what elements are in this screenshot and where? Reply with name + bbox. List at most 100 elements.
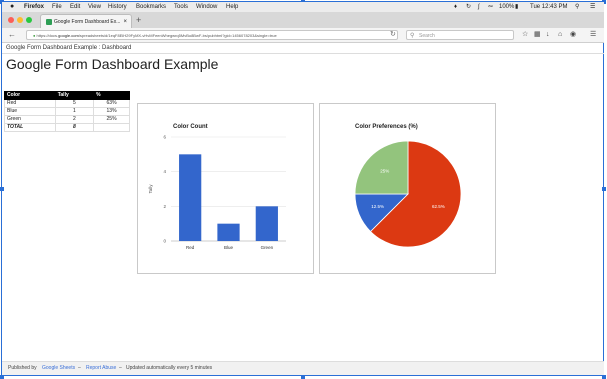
wifi-icon[interactable]: ∾ bbox=[488, 2, 493, 12]
download-icon[interactable]: ↓ bbox=[546, 30, 550, 40]
resize-handle-right[interactable] bbox=[602, 187, 606, 191]
footer: Published by Google Sheets – Report Abus… bbox=[2, 361, 604, 375]
table-header-color: Color bbox=[4, 91, 56, 100]
resize-handle-bottom[interactable] bbox=[301, 375, 305, 379]
bookmark-star-icon[interactable]: ☆ bbox=[522, 30, 528, 40]
table-cell bbox=[93, 123, 130, 132]
y-axis-label: Tally bbox=[148, 184, 153, 194]
menu-tools[interactable]: Tools bbox=[174, 2, 188, 12]
menu-window[interactable]: Window bbox=[196, 2, 217, 12]
google-sheets-link[interactable]: Google Sheets bbox=[42, 362, 75, 375]
search-icon: ⚲ bbox=[410, 33, 415, 39]
y-tick-label: 4 bbox=[163, 169, 166, 174]
table-header-percent: % bbox=[93, 91, 130, 100]
footer-published-by: Published by bbox=[8, 365, 37, 371]
table-cell: 5 bbox=[54, 99, 95, 108]
pocket-icon[interactable]: ◉ bbox=[570, 30, 576, 40]
report-abuse-link[interactable]: Report Abuse bbox=[86, 362, 116, 375]
bar bbox=[179, 154, 202, 241]
pie-chart: Color Preferences (%) 62.5% 12.5% 25% bbox=[354, 124, 462, 248]
pie-slice-label: 12.5% bbox=[371, 204, 384, 209]
browser-tabstrip: Google Form Dashboard Ex... × + bbox=[2, 12, 604, 29]
tab-title: Google Form Dashboard Ex... bbox=[54, 19, 121, 25]
search-field[interactable]: ⚲ Search bbox=[406, 30, 514, 40]
table-cell: Blue bbox=[4, 107, 56, 116]
footer-separator: – bbox=[119, 365, 122, 371]
lock-icon: ● bbox=[33, 33, 36, 38]
table-header-tally: Tally bbox=[54, 91, 95, 100]
table-cell: 1 bbox=[54, 107, 95, 116]
table-row: Green 2 25% bbox=[4, 115, 130, 124]
bar bbox=[217, 223, 240, 241]
url-prefix: https://docs. bbox=[36, 33, 59, 38]
table-cell: Red bbox=[4, 99, 56, 108]
url-domain: google.com bbox=[58, 33, 79, 38]
table-cell: 13% bbox=[93, 107, 130, 116]
pie-slice-label: 62.5% bbox=[432, 204, 445, 209]
home-icon[interactable]: ⌂ bbox=[558, 30, 562, 40]
table-cell: 8 bbox=[54, 123, 95, 132]
page-title: Google Form Dashboard Example bbox=[6, 56, 219, 72]
y-tick-label: 6 bbox=[163, 135, 166, 140]
footer-separator: – bbox=[78, 365, 81, 371]
sheets-favicon-icon bbox=[46, 19, 52, 25]
browser-tab[interactable]: Google Form Dashboard Ex... × bbox=[40, 14, 132, 28]
window-zoom-button[interactable] bbox=[26, 17, 32, 23]
back-icon[interactable]: ← bbox=[8, 30, 16, 40]
table-cell: Green bbox=[4, 115, 56, 124]
table-cell: 25% bbox=[93, 115, 130, 124]
pie-slice-label: 25% bbox=[380, 168, 389, 173]
browser-navbar: ← ● https://docs.google.com/spreadsheets… bbox=[2, 28, 604, 43]
new-tab-button[interactable]: + bbox=[136, 14, 141, 26]
table-row: Red 5 63% bbox=[4, 99, 130, 108]
tally-table: Color Tally % Red 5 63% Blue 1 13% Green… bbox=[4, 91, 130, 132]
bar-chart: Color Count 0 2 4 6 Tally Red Blue Green bbox=[148, 124, 286, 250]
resize-handle-bottom-right[interactable] bbox=[602, 375, 606, 379]
bluetooth-icon[interactable]: ∫ bbox=[478, 2, 480, 12]
menu-view[interactable]: View bbox=[88, 2, 101, 12]
bar bbox=[255, 206, 278, 241]
resize-handle-bottom-left[interactable] bbox=[0, 375, 4, 379]
notification-center-icon[interactable]: ☰ bbox=[590, 2, 595, 12]
battery-percent: 100% bbox=[499, 4, 515, 10]
menu-edit[interactable]: Edit bbox=[70, 2, 80, 12]
table-cell: 63% bbox=[93, 99, 130, 108]
pie-chart-title: Color Preferences (%) bbox=[355, 124, 418, 130]
battery-icon[interactable]: ▮ bbox=[515, 2, 518, 12]
menu-history[interactable]: History bbox=[108, 2, 127, 12]
menu-bookmarks[interactable]: Bookmarks bbox=[136, 2, 166, 12]
table-cell: TOTAL bbox=[4, 123, 56, 132]
x-tick-label: Blue bbox=[224, 245, 234, 250]
menu-file[interactable]: File bbox=[52, 2, 62, 12]
x-tick-label: Red bbox=[186, 245, 195, 250]
url-rest: /spreadsheets/d/1eqF8EiH29FyMX-vHvMFeenW… bbox=[78, 33, 277, 38]
y-tick-label: 2 bbox=[163, 204, 166, 209]
y-tick-label: 0 bbox=[163, 239, 166, 244]
apple-icon[interactable]: ● bbox=[10, 2, 14, 12]
reload-icon[interactable]: ↻ bbox=[390, 30, 396, 40]
spotlight-icon[interactable]: ⚲ bbox=[575, 2, 579, 12]
hamburger-menu-icon[interactable]: ☰ bbox=[590, 30, 596, 40]
resize-handle-left[interactable] bbox=[0, 187, 4, 191]
menu-firefox[interactable]: Firefox bbox=[24, 2, 44, 12]
table-cell: 2 bbox=[54, 115, 95, 124]
bar-chart-panel: Color Count 0 2 4 6 Tally Red Blue Green bbox=[137, 103, 314, 274]
bar-chart-title: Color Count bbox=[173, 124, 208, 130]
footer-updated-text: Updated automatically every 5 minutes bbox=[126, 365, 213, 371]
search-placeholder: Search bbox=[419, 33, 435, 39]
window-minimize-button[interactable] bbox=[17, 17, 23, 23]
menu-help[interactable]: Help bbox=[226, 2, 238, 12]
url-bar[interactable]: ● https://docs.google.com/spreadsheets/d… bbox=[26, 30, 398, 40]
divider bbox=[2, 53, 604, 54]
breadcrumb: Google Form Dashboard Example : Dashboar… bbox=[6, 45, 132, 51]
pie-chart-panel: Color Preferences (%) 62.5% 12.5% 25% bbox=[319, 103, 496, 274]
sync-icon[interactable]: ↻ bbox=[466, 2, 471, 12]
x-tick-label: Green bbox=[261, 245, 274, 250]
window-close-button[interactable] bbox=[8, 17, 14, 23]
table-row: Blue 1 13% bbox=[4, 107, 130, 116]
tab-close-icon[interactable]: × bbox=[123, 15, 127, 29]
table-total-row: TOTAL 8 bbox=[4, 123, 130, 132]
reading-list-icon[interactable]: ▦ bbox=[534, 30, 541, 40]
menubar-clock[interactable]: Tue 12:43 PM bbox=[530, 2, 567, 12]
dropbox-icon[interactable]: ♦ bbox=[454, 2, 457, 12]
